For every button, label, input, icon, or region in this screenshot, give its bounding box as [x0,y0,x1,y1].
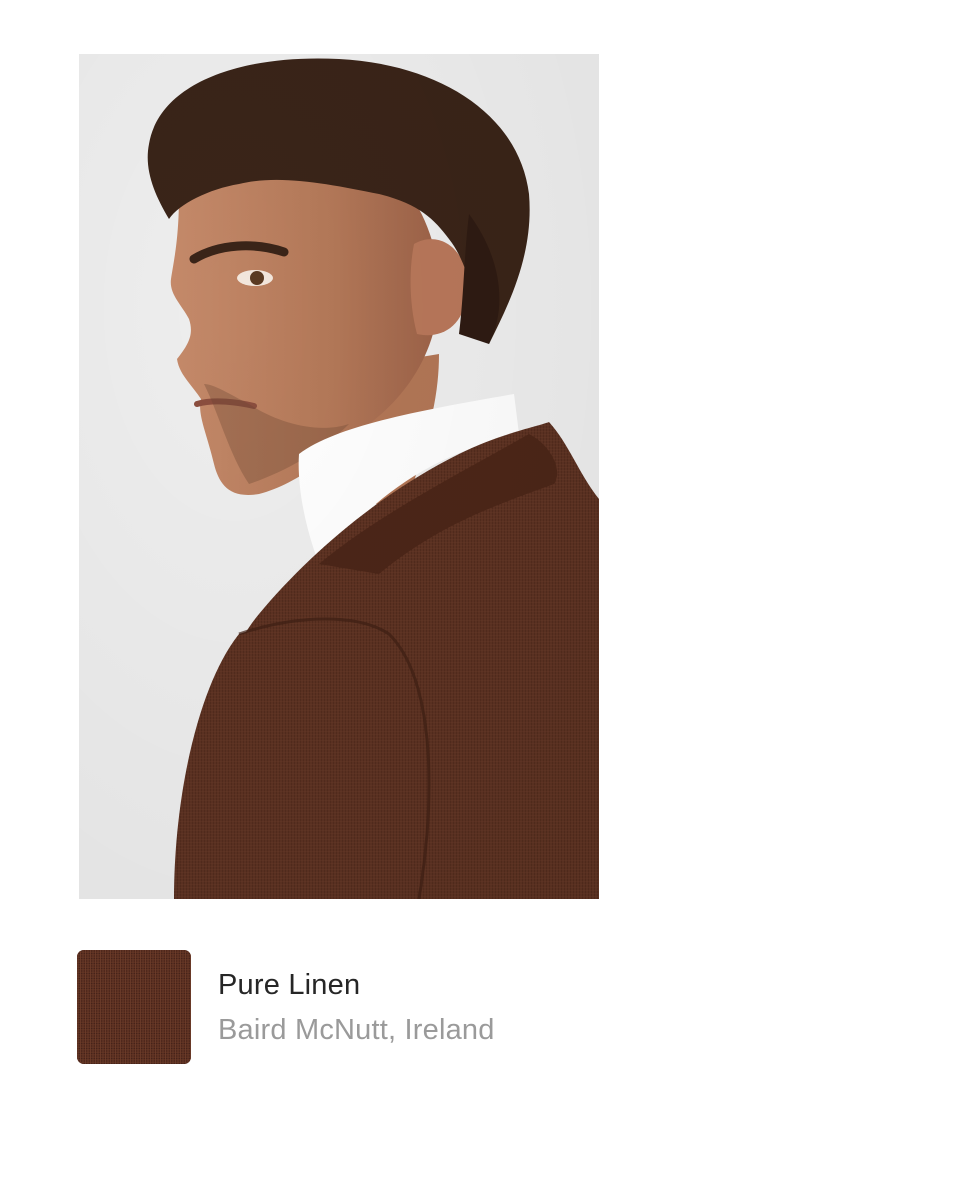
product-photo[interactable] [79,54,599,899]
fabric-name: Pure Linen [218,969,361,1001]
fabric-swatch-image [77,950,191,1064]
fabric-swatch[interactable] [77,950,191,1064]
model-portrait-image [79,54,599,899]
fabric-mill: Baird McNutt, Ireland [218,1014,495,1046]
fabric-text-block: Pure Linen Baird McNutt, Ireland [218,968,495,1047]
fabric-info: Pure Linen Baird McNutt, Ireland [77,950,577,1064]
